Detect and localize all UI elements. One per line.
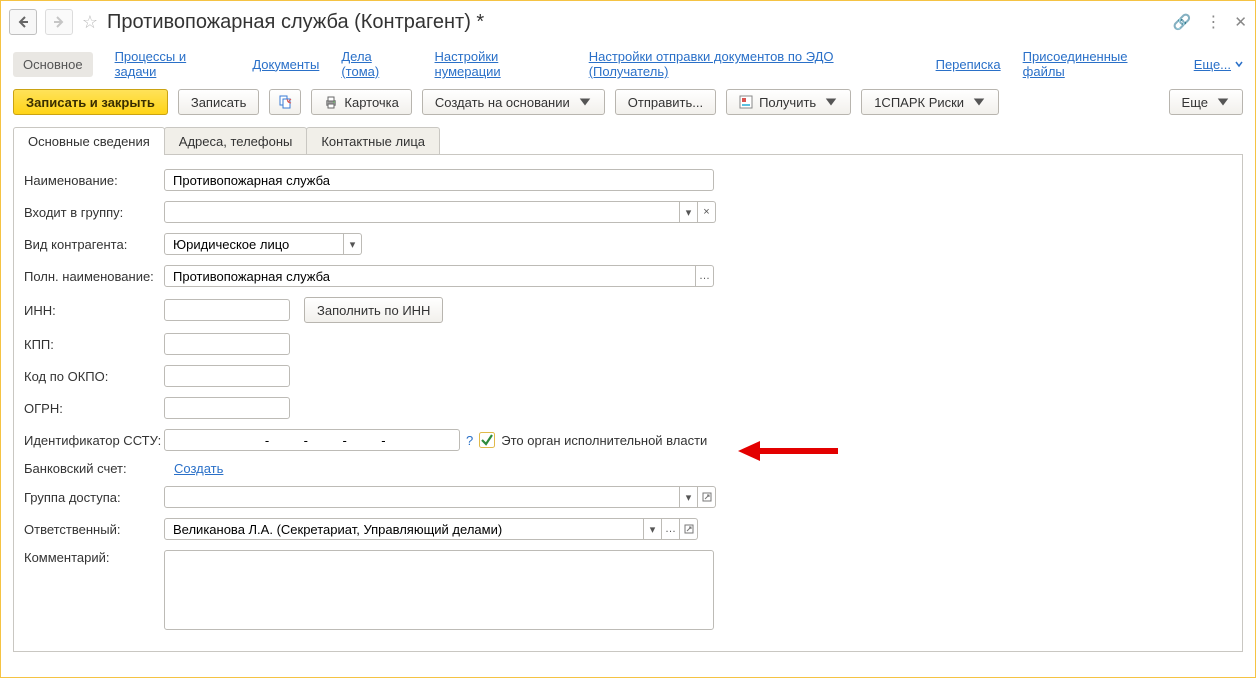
label-kind: Вид контрагента:: [24, 237, 164, 252]
copy-docs-icon: [278, 95, 292, 109]
inn-input[interactable]: [171, 302, 283, 319]
responsible-field[interactable]: [164, 518, 644, 540]
comment-field[interactable]: [164, 550, 714, 630]
favorite-star-icon[interactable]: ☆: [81, 12, 99, 33]
okpo-field[interactable]: [164, 365, 290, 387]
link-icon[interactable]: 🔗: [1173, 13, 1192, 31]
kind-dropdown-button[interactable]: ▾: [344, 233, 362, 255]
label-responsible: Ответственный:: [24, 522, 164, 537]
section-nav: Основное Процессы и задачи Документы Дел…: [1, 43, 1255, 89]
ogrn-input[interactable]: [171, 400, 283, 417]
fullname-field[interactable]: [164, 265, 696, 287]
kpp-field[interactable]: [164, 333, 290, 355]
receive-icon: [739, 95, 753, 109]
chevron-down-icon: [1235, 60, 1243, 68]
close-icon[interactable]: ✕: [1234, 13, 1247, 31]
tabstrip: Основные сведения Адреса, телефоны Конта…: [1, 127, 1255, 155]
label-bank: Банковский счет:: [24, 461, 164, 476]
create-bank-account-link[interactable]: Создать: [174, 461, 223, 476]
access-group-input[interactable]: [171, 489, 673, 506]
access-group-dropdown-button[interactable]: ▾: [680, 486, 698, 508]
group-dropdown-button[interactable]: ▾: [680, 201, 698, 223]
arrow-right-icon: [53, 16, 65, 28]
ssid-field[interactable]: [164, 429, 460, 451]
nav-more[interactable]: Еще...: [1194, 57, 1243, 72]
kind-field[interactable]: [164, 233, 344, 255]
label-group: Входит в группу:: [24, 205, 164, 220]
ssid-help-icon[interactable]: ?: [460, 433, 479, 448]
ssid-input[interactable]: [171, 432, 453, 449]
nav-more-label: Еще...: [1194, 57, 1231, 72]
toolbar: Записать и закрыть Записать Карточка Соз…: [1, 89, 1255, 127]
open-external-icon: [684, 524, 694, 534]
nav-numbering[interactable]: Настройки нумерации: [435, 49, 567, 79]
name-field[interactable]: [164, 169, 714, 191]
create-based-button[interactable]: Создать на основании: [422, 89, 605, 115]
caret-down-icon: [1216, 95, 1230, 109]
more-button[interactable]: Еще: [1169, 89, 1243, 115]
exec-authority-checkbox[interactable]: [479, 432, 495, 448]
caret-down-icon: [824, 95, 838, 109]
copy-docs-button[interactable]: [269, 89, 301, 115]
nav-main[interactable]: Основное: [13, 52, 93, 77]
nav-edo[interactable]: Настройки отправки документов по ЭДО (По…: [589, 49, 914, 79]
exec-authority-label: Это орган исполнительной власти: [501, 433, 707, 448]
label-kpp: КПП:: [24, 337, 164, 352]
checkbox-checked-icon: [479, 432, 495, 448]
nav-processes[interactable]: Процессы и задачи: [115, 49, 231, 79]
ogrn-field[interactable]: [164, 397, 290, 419]
name-input[interactable]: [171, 172, 707, 189]
callout-arrow-icon: [738, 439, 838, 463]
card-button[interactable]: Карточка: [311, 89, 411, 115]
responsible-input[interactable]: [171, 521, 637, 538]
nav-cases[interactable]: Дела (тома): [341, 49, 412, 79]
responsible-dropdown-button[interactable]: ▾: [644, 518, 662, 540]
arrow-left-icon: [17, 16, 29, 28]
printer-icon: [324, 95, 338, 109]
tab-panel-main: Наименование: Входит в группу: ▾ × Вид к…: [13, 154, 1243, 652]
send-button[interactable]: Отправить...: [615, 89, 716, 115]
group-field[interactable]: [164, 201, 680, 223]
page-title: Противопожарная служба (Контрагент) *: [107, 11, 484, 34]
nav-back-button[interactable]: [9, 9, 37, 35]
responsible-ellipsis-button[interactable]: …: [662, 518, 680, 540]
kpp-input[interactable]: [171, 336, 283, 353]
label-access: Группа доступа:: [24, 490, 164, 505]
fill-by-inn-button[interactable]: Заполнить по ИНН: [304, 297, 443, 323]
inn-field[interactable]: [164, 299, 290, 321]
kebab-menu-icon[interactable]: ⋮: [1205, 12, 1220, 32]
access-group-field[interactable]: [164, 486, 680, 508]
label-comment: Комментарий:: [24, 550, 164, 565]
receive-button[interactable]: Получить: [726, 89, 851, 115]
fullname-ellipsis-button[interactable]: …: [696, 265, 714, 287]
nav-documents[interactable]: Документы: [252, 57, 319, 72]
caret-down-icon: [578, 95, 592, 109]
responsible-open-button[interactable]: [680, 518, 698, 540]
nav-attachments[interactable]: Присоединенные файлы: [1023, 49, 1172, 79]
nav-forward-button[interactable]: [45, 9, 73, 35]
label-ssid: Идентификатор ССТУ:: [24, 433, 164, 448]
save-and-close-button[interactable]: Записать и закрыть: [13, 89, 168, 115]
access-group-open-button[interactable]: [698, 486, 716, 508]
tab-contacts[interactable]: Контактные лица: [306, 127, 440, 155]
save-button[interactable]: Записать: [178, 89, 260, 115]
caret-down-icon: [972, 95, 986, 109]
label-name: Наименование:: [24, 173, 164, 188]
group-clear-button[interactable]: ×: [698, 201, 716, 223]
kind-input[interactable]: [171, 236, 337, 253]
tab-addresses[interactable]: Адреса, телефоны: [164, 127, 308, 155]
spark-risks-button[interactable]: 1СПАРК Риски: [861, 89, 999, 115]
nav-correspondence[interactable]: Переписка: [936, 57, 1001, 72]
fullname-input[interactable]: [171, 268, 689, 285]
label-ogrn: ОГРН:: [24, 401, 164, 416]
okpo-input[interactable]: [171, 368, 283, 385]
label-full: Полн. наименование:: [24, 269, 164, 284]
group-input[interactable]: [171, 204, 673, 221]
titlebar: ☆ Противопожарная служба (Контрагент) * …: [1, 1, 1255, 43]
label-inn: ИНН:: [24, 303, 164, 318]
open-external-icon: [702, 492, 712, 502]
label-okpo: Код по ОКПО:: [24, 369, 164, 384]
tab-main-info[interactable]: Основные сведения: [13, 127, 165, 155]
